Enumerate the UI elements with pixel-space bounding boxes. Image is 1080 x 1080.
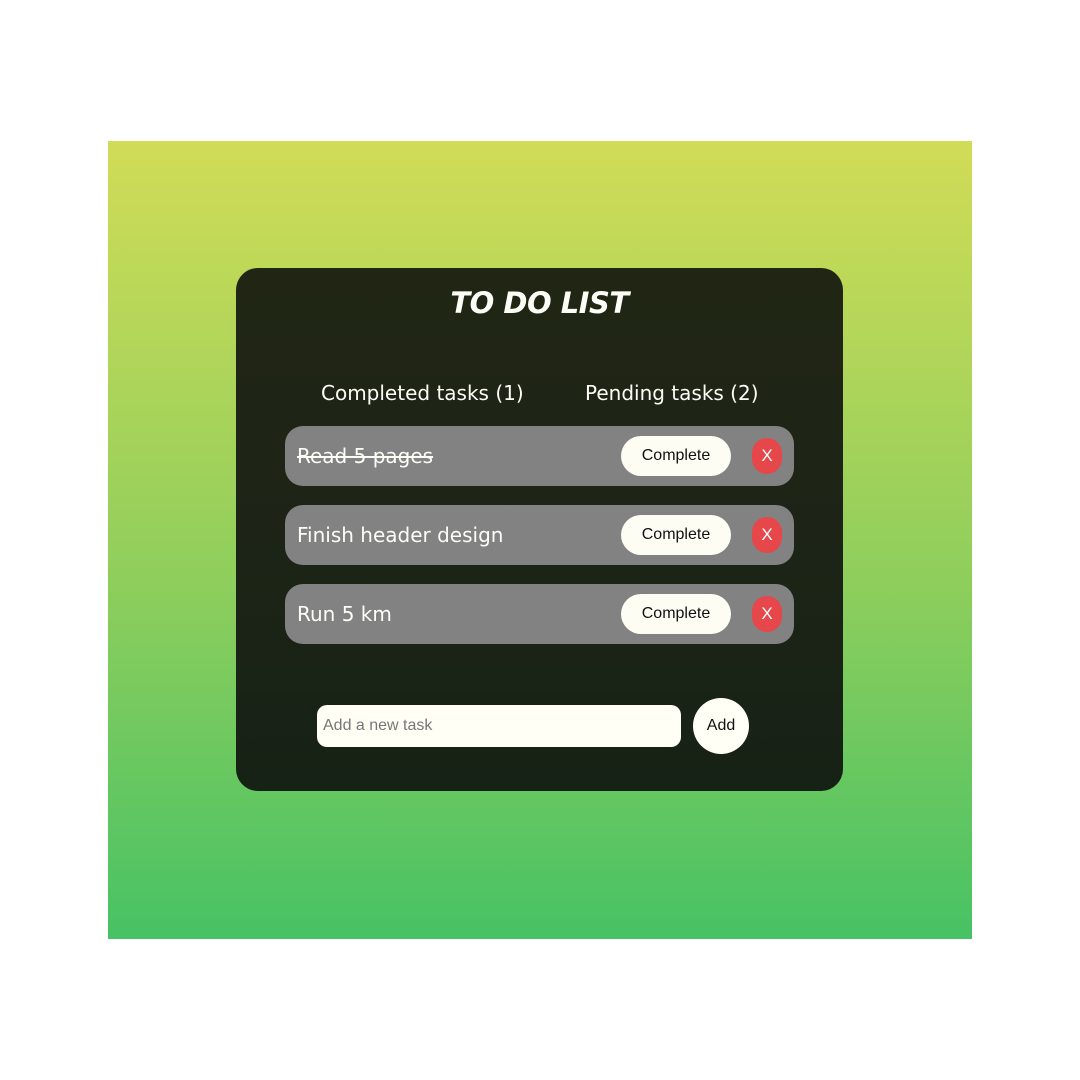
- task-item: Read 5 pages Complete X: [285, 426, 794, 486]
- completed-tasks-counter: Completed tasks (1): [321, 381, 524, 405]
- task-item: Run 5 km Complete X: [285, 584, 794, 644]
- delete-task-button[interactable]: X: [752, 438, 782, 474]
- complete-button[interactable]: Complete: [621, 594, 731, 634]
- todo-card: TO DO LIST Completed tasks (1) Pending t…: [236, 268, 843, 791]
- add-task-button[interactable]: Add: [693, 698, 749, 754]
- new-task-input[interactable]: [317, 705, 681, 747]
- complete-button[interactable]: Complete: [621, 436, 731, 476]
- pending-tasks-counter: Pending tasks (2): [585, 381, 759, 405]
- delete-task-button[interactable]: X: [752, 517, 782, 553]
- task-text: Read 5 pages: [297, 444, 434, 468]
- task-text: Finish header design: [297, 523, 504, 547]
- task-item: Finish header design Complete X: [285, 505, 794, 565]
- delete-task-button[interactable]: X: [752, 596, 782, 632]
- task-text: Run 5 km: [297, 602, 392, 626]
- page-title: TO DO LIST: [450, 286, 629, 320]
- complete-button[interactable]: Complete: [621, 515, 731, 555]
- app-background: TO DO LIST Completed tasks (1) Pending t…: [108, 141, 972, 939]
